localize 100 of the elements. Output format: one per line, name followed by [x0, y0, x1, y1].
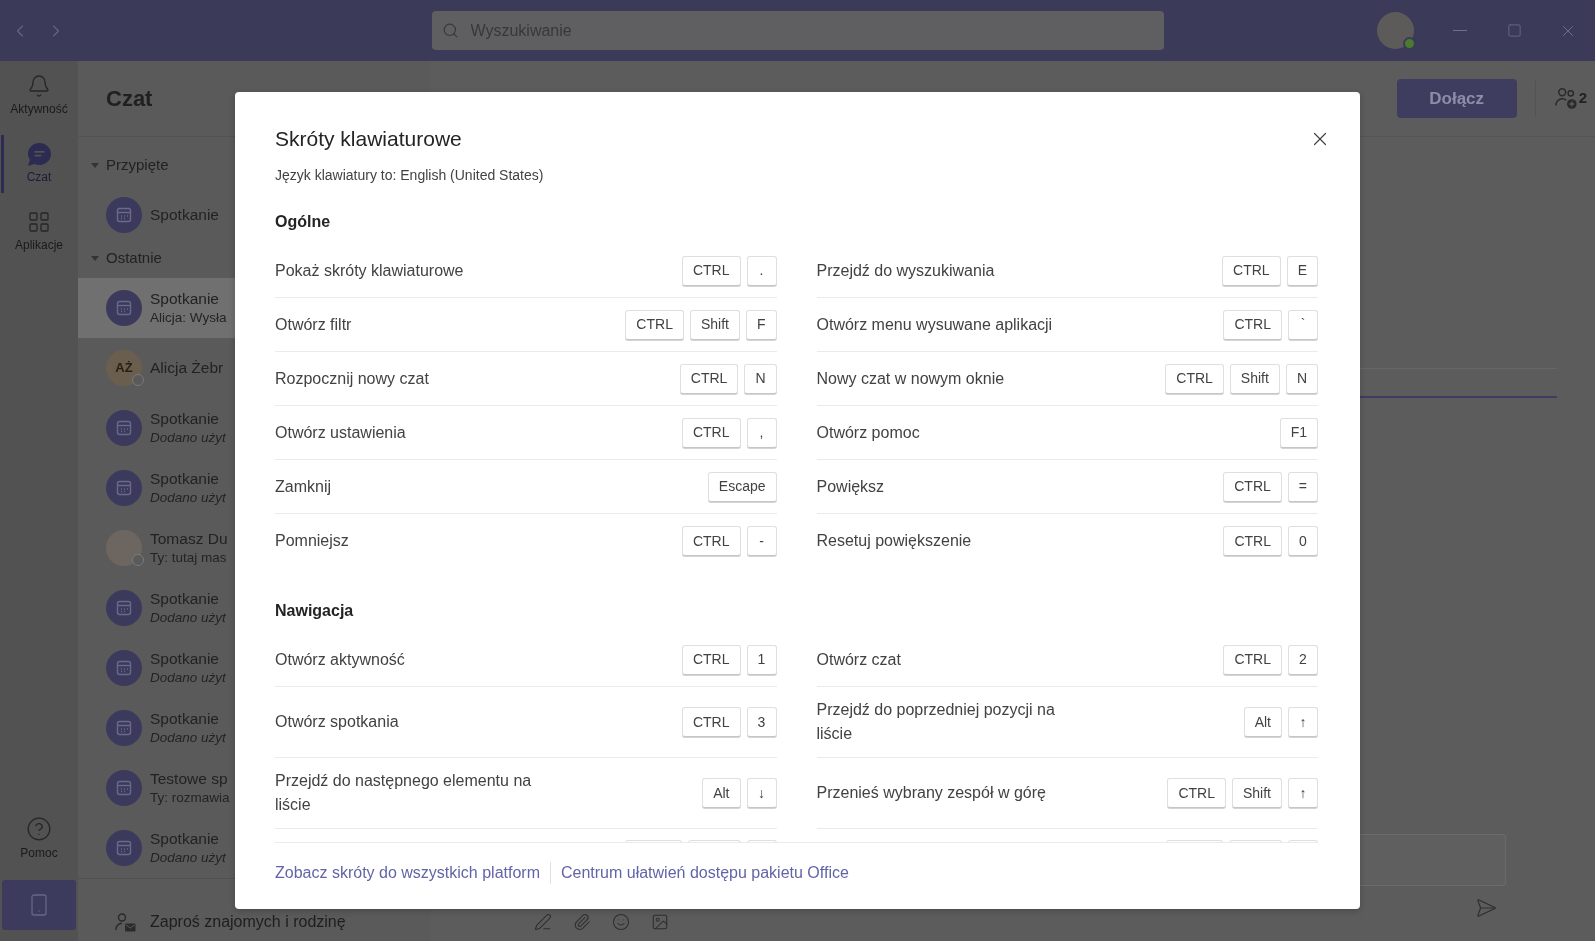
key-cap: CTRL [1223, 526, 1282, 556]
key-cap: 3 [746, 707, 777, 737]
keyboard-language-text: Język klawiatury to: English (United States) [275, 166, 545, 185]
key-cap: ↓ [746, 778, 777, 808]
chat-name: Tomasz Du [150, 529, 228, 549]
key-cap: CTRL [625, 309, 684, 340]
shortcut-label: Otwórz pomoc [816, 422, 920, 443]
chat-list-item[interactable]: Spotkanie Alicja: Wysła [78, 278, 235, 338]
calendar-avatar-icon [106, 650, 142, 686]
calendar-avatar-icon [106, 710, 142, 746]
key-cap: CTRL [681, 644, 741, 675]
key-cap: CTRL [679, 363, 739, 394]
key-cap: Shift [1232, 778, 1282, 808]
key-cap: , [746, 417, 777, 448]
key-cap: CTRL [681, 255, 741, 286]
key-cap: Alt [702, 778, 741, 808]
dialog-title: Skróty klawiaturowe [275, 126, 462, 152]
key-cap: CTRL [1223, 309, 1282, 340]
send-icon [1475, 897, 1497, 919]
section-heading: Ogólne [275, 212, 332, 232]
shortcut-label: Przenieś wybrany zespół w górę [816, 783, 1046, 803]
shortcut-label: Pomniejsz [275, 531, 349, 551]
key-cap: 2 [1288, 644, 1318, 675]
pen-icon[interactable] [534, 913, 552, 931]
key-cap: E [1286, 255, 1318, 286]
apps-grid-icon [27, 210, 51, 234]
key-cap: ` [1288, 309, 1318, 340]
key-cap: CTRL [1167, 778, 1226, 808]
maximize-icon [1506, 23, 1522, 38]
calendar-avatar-icon [106, 197, 142, 233]
key-cap: CTRL [681, 707, 741, 737]
calendar-avatar-icon [106, 290, 142, 326]
chat-name: Spotkanie [150, 829, 220, 849]
chat-name: Spotkanie [150, 649, 220, 669]
chat-name: Spotkanie [150, 589, 220, 609]
key-cap: Alt [1243, 707, 1282, 737]
avatar-placeholder [106, 530, 142, 566]
shortcut-label: Przejdź do poprzedniej pozycji na liście [816, 700, 1056, 744]
key-cap: N [744, 363, 777, 394]
section-heading: Nawigacja [275, 601, 355, 621]
calendar-avatar-icon [106, 770, 142, 806]
shortcut-label: Otwórz filtr [275, 314, 352, 335]
key-cap: CTRL [681, 526, 741, 556]
chat-name: Spotkanie [150, 709, 220, 729]
smile-icon[interactable] [612, 913, 630, 931]
section-header[interactable]: Ostatnie [78, 245, 162, 271]
person-mail-icon [115, 912, 136, 932]
shortcut-label: Otwórz spotkania [275, 712, 399, 732]
chat-name: Spotkanie [150, 409, 220, 429]
rail-tab[interactable]: Aplikacje [0, 197, 78, 265]
caret-down-icon [91, 162, 99, 168]
key-cap: CTRL [1222, 255, 1281, 286]
shortcut-label: Rozpocznij nowy czat [275, 368, 429, 389]
shortcut-label: Pokaż skróty klawiaturowe [275, 260, 464, 281]
shortcut-label: Resetuj powiększenie [816, 531, 972, 551]
calendar-avatar-icon [106, 470, 142, 506]
compose-field[interactable] [1360, 834, 1506, 886]
shortcut-label: Otwórz aktywność [275, 649, 405, 670]
key-cap: CTRL [681, 417, 741, 448]
chat-name: Testowe sp [150, 769, 229, 789]
key-cap: Shift [1229, 363, 1280, 394]
key-cap: CTRL [1223, 644, 1282, 675]
shortcut-label: Otwórz ustawienia [275, 422, 406, 443]
shortcut-label: Zamknij [275, 476, 331, 497]
participants-button[interactable]: 2 [1554, 87, 1587, 110]
shortcut-label: Powiększ [816, 476, 885, 497]
people-add-icon [1554, 88, 1577, 109]
paperclip-icon[interactable] [573, 913, 591, 931]
key-cap: 1 [746, 644, 777, 675]
key-cap: - [746, 526, 777, 556]
section-header[interactable]: Przypięte [78, 152, 169, 178]
mobile-app-button[interactable] [2, 880, 76, 930]
shortcut-label: Przejdź do wyszukiwania [816, 260, 995, 281]
footer-link[interactable]: Zobacz skróty do wszystkich platform [275, 862, 540, 884]
calendar-avatar-icon [106, 590, 142, 626]
key-cap: N [1285, 363, 1318, 394]
rail-tab[interactable]: Aktywność [0, 61, 78, 129]
chat-name: Spotkanie [150, 205, 219, 225]
shortcut-label: Przejdź do następnego elementu na liście [275, 771, 533, 815]
key-cap: CTRL [1223, 471, 1282, 502]
chat-name: Spotkanie [150, 469, 220, 489]
key-cap: Escape [707, 471, 777, 502]
key-cap: F1 [1279, 417, 1318, 448]
image-icon[interactable] [651, 913, 669, 931]
bell-icon [27, 74, 51, 98]
caret-down-icon [91, 255, 99, 261]
chat-name: Alicja Żebr [150, 358, 224, 378]
footer-link[interactable]: Centrum ułatwień dostępu pakietu Office [560, 862, 849, 884]
key-cap: = [1287, 471, 1318, 502]
shortcut-label: Nowy czat w nowym oknie [816, 368, 1005, 389]
help-button[interactable]: Pomoc [0, 805, 78, 870]
key-cap: F [745, 309, 777, 340]
key-cap: Shift [689, 309, 740, 340]
chat-name: Spotkanie [150, 289, 220, 309]
avatar-placeholder[interactable] [1377, 12, 1414, 49]
chat-icon [27, 142, 51, 166]
help-icon [26, 815, 52, 842]
shortcut-label: Otwórz menu wysuwane aplikacji [816, 314, 1053, 335]
key-cap: ↑ [1288, 707, 1318, 737]
join-button[interactable]: Dołącz [1396, 79, 1517, 118]
